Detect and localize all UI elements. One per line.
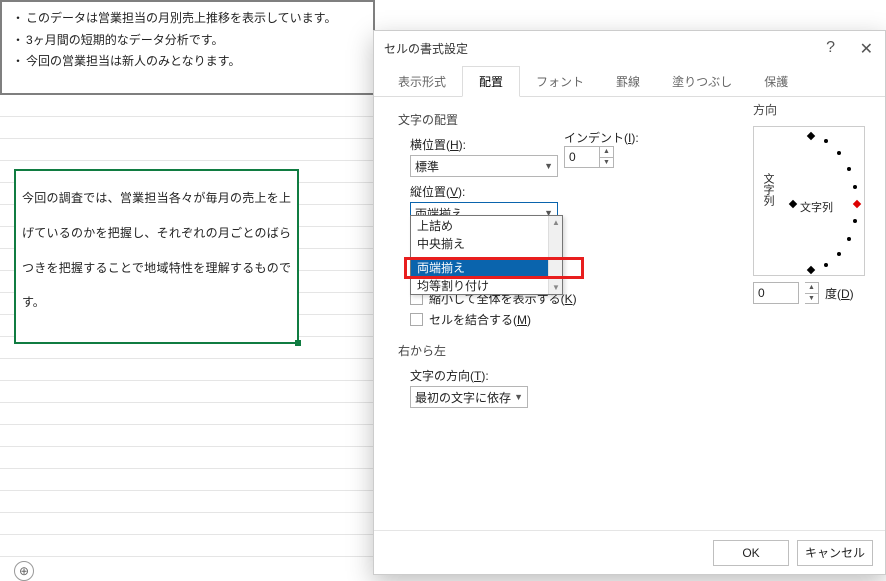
horizontal-combo[interactable]: 標準 ▼ [410, 155, 558, 177]
chevron-down-icon: ▼ [544, 161, 553, 171]
tab-font[interactable]: フォント [520, 67, 600, 96]
tab-border[interactable]: 罫線 [600, 67, 656, 96]
dropdown-option-distributed[interactable]: 均等割り付け [411, 276, 562, 294]
degrees-spinner[interactable]: ▲▼ [805, 282, 819, 304]
orientation-dial[interactable]: 文字列 文字列 [753, 126, 865, 276]
note-line: 3ヶ月間の短期的なデータ分析です。 [12, 30, 363, 52]
dropdown-option-top[interactable]: 上詰め [411, 216, 562, 234]
indent-spinner[interactable]: ▲▼ [600, 146, 614, 168]
dialog-title: セルの書式設定 [384, 40, 468, 57]
note-line: 今回の営業担当は新人のみとなります。 [12, 51, 363, 73]
add-sheet-button[interactable]: ⊕ [14, 561, 34, 581]
tab-alignment[interactable]: 配置 [462, 66, 520, 97]
merge-cells-checkbox[interactable]: セルを結合する(M) [410, 311, 861, 328]
horizontal-value: 標準 [415, 158, 439, 175]
selected-cell[interactable]: 今回の調査では、営業担当各々が毎月の売上を上げているのかを把握し、それぞれの月ご… [14, 169, 299, 344]
ok-button[interactable]: OK [713, 540, 789, 566]
dialog-body: 文字の配置 横位置(H): 標準 ▼ インデント(I): ▲▼ 縦位置(V): [374, 97, 885, 530]
degrees-label: 度(D) [825, 285, 854, 302]
note-line: このデータは営業担当の月別売上推移を表示しています。 [12, 8, 363, 30]
orientation-vertical-text[interactable]: 文字列 [760, 173, 776, 206]
indent-label: インデント(I): [564, 131, 639, 145]
checkbox-icon [410, 313, 423, 326]
vertical-dropdown-list[interactable]: 上詰め 中央揃え 両端揃え 均等割り付け [410, 215, 563, 295]
format-cells-dialog: セルの書式設定 ? ✕ 表示形式 配置 フォント 罫線 塗りつぶし 保護 文字の… [373, 30, 886, 575]
text-direction-value: 最初の文字に依存 [415, 389, 511, 406]
dropdown-option-center[interactable]: 中央揃え [411, 234, 562, 252]
degrees-input[interactable] [753, 282, 799, 304]
text-direction-label: 文字の方向(T): [410, 367, 861, 384]
indent-input[interactable] [564, 146, 600, 168]
orientation-panel: 方向 文字列 文字列 ▲▼ 度(D) [753, 101, 865, 304]
tab-fill[interactable]: 塗りつぶし [656, 67, 748, 96]
dropdown-option-justify[interactable]: 両端揃え [411, 258, 562, 276]
notes-textbox[interactable]: このデータは営業担当の月別売上推移を表示しています。 3ヶ月間の短期的なデータ分… [0, 0, 375, 95]
cancel-button[interactable]: キャンセル [797, 540, 873, 566]
orientation-horizontal-text: 文字列 [800, 199, 833, 215]
chevron-down-icon: ▼ [514, 392, 523, 402]
text-direction-combo[interactable]: 最初の文字に依存 ▼ [410, 386, 528, 408]
dropdown-scrollbar[interactable] [548, 216, 562, 294]
indent-field: インデント(I): ▲▼ [564, 129, 639, 168]
dialog-tabs: 表示形式 配置 フォント 罫線 塗りつぶし 保護 [374, 65, 885, 97]
tab-protection[interactable]: 保護 [748, 67, 804, 96]
rtl-section-label: 右から左 [398, 342, 861, 359]
tab-number[interactable]: 表示形式 [382, 67, 462, 96]
close-icon[interactable]: ✕ [860, 39, 873, 59]
orientation-label: 方向 [753, 101, 865, 118]
dialog-footer: OK キャンセル [374, 530, 885, 574]
dialog-titlebar: セルの書式設定 ? ✕ [374, 31, 885, 65]
help-icon[interactable]: ? [826, 39, 835, 57]
